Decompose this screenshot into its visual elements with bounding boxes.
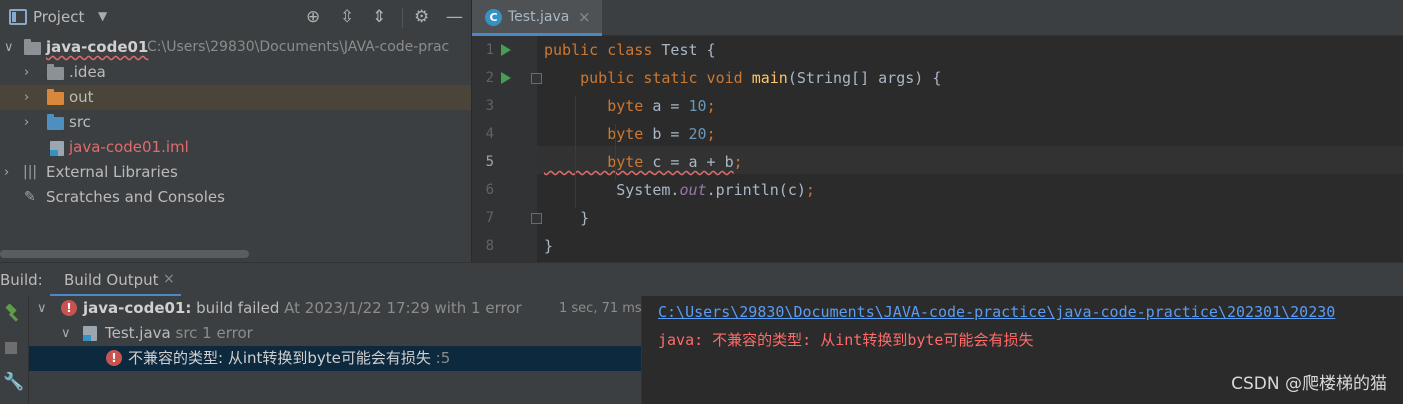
fold-icon[interactable] <box>531 213 542 224</box>
error-icon: ! <box>106 350 122 366</box>
editor-tab-bar: C Test.java × <box>472 0 1403 36</box>
line-number: 3 <box>485 98 494 114</box>
project-view-icon <box>9 9 27 25</box>
module-file-icon <box>50 141 64 156</box>
close-icon[interactable]: × <box>163 271 175 287</box>
java-class-icon: C <box>485 9 502 26</box>
build-result-text: java-code01: build failed At 2023/1/22 1… <box>83 299 522 317</box>
code-line: } <box>544 209 590 227</box>
hammer-icon[interactable] <box>4 304 22 322</box>
source-path-link[interactable]: C:\Users\29830\Documents\JAVA-code-pract… <box>658 303 1335 321</box>
tree-item-out[interactable]: › out <box>0 85 471 110</box>
build-tree: ∨ ! java-code01: build failed At 2023/1/… <box>29 296 642 404</box>
line-number: 1 <box>485 42 494 58</box>
editor-gutter: 1 2 3 4 5 6 7 8 <box>472 36 542 262</box>
module-folder-icon <box>24 39 41 55</box>
code-line: System.out.println(c); <box>544 181 815 199</box>
scratches-icon: ✎ <box>24 189 36 205</box>
build-file-row[interactable]: ∨ Test.java src 1 error <box>29 321 641 346</box>
tree-item-external-libraries[interactable]: › ||| External Libraries <box>0 160 471 185</box>
build-error-row[interactable]: ! 不兼容的类型: 从int转换到byte可能会有损失 :5 <box>29 346 641 371</box>
expand-all-icon[interactable]: ⇳ <box>340 7 354 27</box>
build-label: Build: <box>0 271 43 289</box>
project-panel: Project ▼ ⊕ ⇳ ⇕ ⚙ — ∨ java-code01 C:\Use… <box>0 0 471 262</box>
chevron-down-icon[interactable]: ▼ <box>98 9 107 23</box>
tree-item-label: out <box>69 88 94 106</box>
project-panel-title[interactable]: Project <box>33 8 84 26</box>
tree-item-label: java-code01 <box>46 38 149 56</box>
chevron-right-icon[interactable]: › <box>24 85 29 110</box>
tree-item-label: .idea <box>69 63 106 81</box>
console-error-text: java: 不兼容的类型: 从int转换到byte可能会有损失 <box>658 331 1034 349</box>
build-error-text: 不兼容的类型: 从int转换到byte可能会有损失 :5 <box>128 349 451 367</box>
line-number: 4 <box>485 126 494 142</box>
library-icon: ||| <box>23 164 38 180</box>
tree-item-label: src <box>69 113 91 131</box>
line-number: 5 <box>485 154 494 170</box>
project-panel-header: Project ▼ ⊕ ⇳ ⇕ ⚙ — <box>0 0 471 36</box>
chevron-down-icon[interactable]: ∨ <box>37 296 47 321</box>
build-tool-window-header: Build: Build Output × <box>0 262 1403 297</box>
code-line: } <box>544 237 554 255</box>
code-line: byte c = a + b; <box>544 153 743 171</box>
tree-item-idea[interactable]: › .idea <box>0 60 471 85</box>
wrench-icon[interactable]: 🔧 <box>3 372 24 392</box>
code-editor: C Test.java × 1 2 3 4 5 6 7 8 public class Test… <box>471 0 1403 262</box>
chevron-right-icon[interactable]: › <box>24 60 29 85</box>
stop-icon[interactable] <box>5 342 17 354</box>
tree-item-java-code01[interactable]: ∨ java-code01 C:\Users\29830\Documents\J… <box>0 35 471 60</box>
build-file-text: Test.java src 1 error <box>105 324 253 342</box>
line-number: 8 <box>485 238 494 254</box>
line-number: 7 <box>485 210 494 226</box>
code-line: byte a = 10; <box>544 97 716 115</box>
tab-label: Build Output <box>64 271 159 289</box>
close-icon[interactable]: × <box>578 8 591 26</box>
locate-file-icon[interactable]: ⊕ <box>306 7 320 27</box>
build-console: C:\Users\29830\Documents\JAVA-code-pract… <box>641 296 1403 404</box>
module-path: C:\Users\29830\Documents\JAVA-code-prac <box>147 39 450 55</box>
tree-item-label: Scratches and Consoles <box>46 188 225 206</box>
tree-item-scratches[interactable]: ✎ Scratches and Consoles <box>0 185 471 210</box>
build-toolbar: 🔧 <box>0 296 29 404</box>
run-icon[interactable] <box>501 72 511 84</box>
java-file-icon <box>83 326 97 341</box>
chevron-down-icon[interactable]: ∨ <box>4 35 14 60</box>
build-result-row[interactable]: ∨ ! java-code01: build failed At 2023/1/… <box>29 296 642 321</box>
minimize-icon[interactable]: — <box>446 7 463 27</box>
tab-build-output[interactable]: Build Output × <box>50 263 181 297</box>
fold-icon[interactable] <box>531 73 542 84</box>
toolbar-divider <box>402 8 403 28</box>
error-icon: ! <box>61 300 77 316</box>
source-folder-icon <box>47 114 64 130</box>
tab-label: Test.java <box>508 9 570 25</box>
horizontal-scrollbar[interactable] <box>0 250 249 258</box>
folder-icon <box>47 64 64 80</box>
collapse-all-icon[interactable]: ⇕ <box>372 7 386 27</box>
code-line: public class Test { <box>544 41 716 59</box>
chevron-right-icon[interactable]: › <box>24 110 29 135</box>
tab-test-java[interactable]: C Test.java × <box>472 0 602 36</box>
watermark: CSDN @爬楼梯的猫 <box>1231 374 1387 394</box>
chevron-down-icon[interactable]: ∨ <box>61 321 71 346</box>
build-duration: 1 sec, 71 ms <box>559 301 642 316</box>
indent-guide <box>615 124 616 180</box>
tree-item-src[interactable]: › src <box>0 110 471 135</box>
line-number: 6 <box>485 182 494 198</box>
excluded-folder-icon <box>47 89 64 105</box>
tree-item-label: External Libraries <box>46 163 178 181</box>
tree-item-label: java-code01.iml <box>69 138 189 156</box>
tree-item-iml[interactable]: java-code01.iml <box>0 135 471 160</box>
code-line: public static void main(String[] args) { <box>544 69 942 87</box>
code-line: byte b = 20; <box>544 125 716 143</box>
run-icon[interactable] <box>501 44 511 56</box>
chevron-right-icon[interactable]: › <box>4 160 9 185</box>
indent-guide <box>575 96 576 208</box>
line-number: 2 <box>485 70 494 86</box>
gear-icon[interactable]: ⚙ <box>414 7 429 27</box>
